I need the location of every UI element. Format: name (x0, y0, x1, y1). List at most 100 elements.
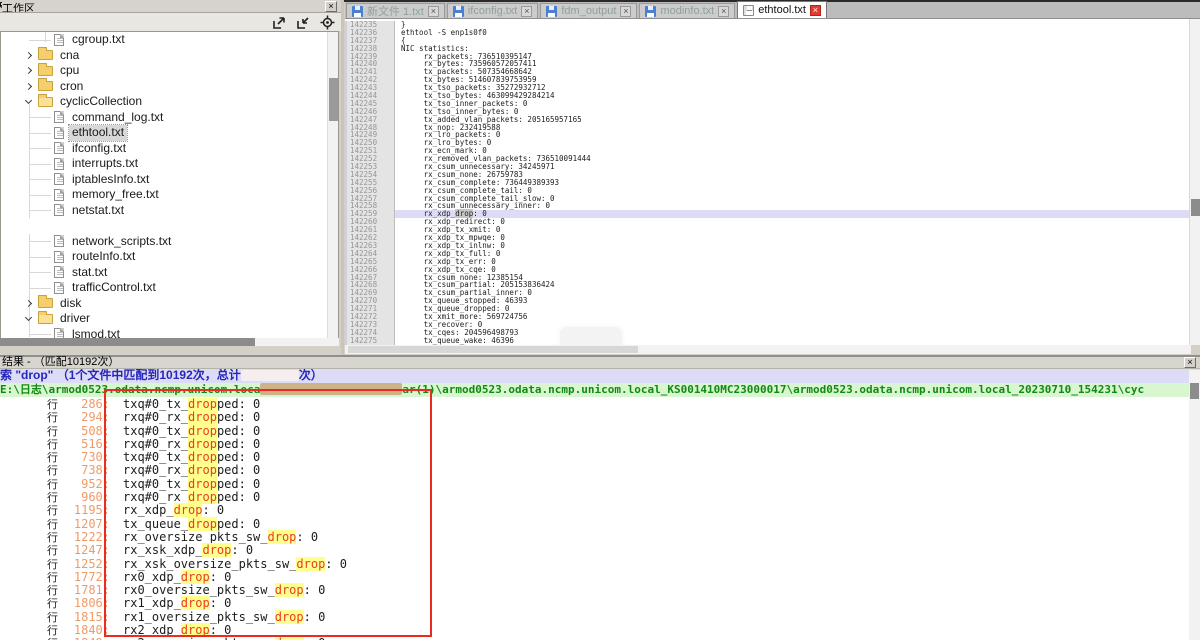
line-text[interactable]: } (395, 21, 1191, 29)
workspace-close-icon[interactable]: × (325, 1, 337, 12)
editor-line[interactable]: 142275 tx_queue_wake: 46396 (345, 337, 1191, 345)
line-text[interactable]: tx_xmit_more: 569724756 (395, 313, 1191, 321)
tree-item-cgroup.txt[interactable]: cgroup.txt (1, 32, 338, 48)
result-row[interactable]: 行1815:rx1_oversize_pkts_sw_drop: 0 (0, 611, 1188, 624)
tree-item-label: netstat.txt (69, 203, 127, 219)
line-text[interactable]: rx_xdp_drop: 0 (395, 210, 1191, 218)
editor-line[interactable]: 142237{ (345, 37, 1191, 45)
editor-vertical-scrollbar[interactable] (1189, 19, 1200, 345)
chevron-right-icon[interactable] (25, 83, 32, 90)
result-row[interactable]: 行516:rxq#0_rx_dropped: 0 (0, 438, 1188, 451)
tree-item-trafficControl.txt[interactable]: trafficControl.txt (1, 280, 338, 296)
line-text[interactable]: rx_xdp_tx_inlnw: 0 (395, 242, 1191, 250)
chevron-down-icon[interactable] (25, 97, 32, 104)
line-text[interactable]: rx_xdp_tx_err: 0 (395, 258, 1191, 266)
editor-lines[interactable]: 142235}142236ethtool -S enp1s0f0142237{1… (345, 21, 1191, 345)
tree-item-network_scripts.txt[interactable]: network_scripts.txt (1, 234, 338, 250)
tree-item-label: ethtool.txt (69, 125, 127, 141)
tree-item-label: cna (57, 48, 82, 64)
tree-item-netstat.txt[interactable]: netstat.txt (1, 203, 338, 219)
line-text[interactable]: rx_lro_bytes: 0 (395, 139, 1191, 147)
tab-ethtool.txt[interactable]: ethtool.txt× (737, 1, 827, 18)
tab-新文件 1.txt[interactable]: 新文件 1.txt× (346, 3, 445, 18)
tree-item-cron[interactable]: cron (1, 79, 338, 95)
result-row[interactable]: 行730:txq#0_tx_dropped: 0 (0, 451, 1188, 464)
line-text[interactable]: ethtool -S enp1s0f0 (395, 29, 1191, 37)
result-file-path[interactable]: E:\日志\armod0523.odata.ncmp.unicom.locaar… (0, 383, 1200, 397)
tree-item-cpu[interactable]: cpu (1, 63, 338, 79)
tree-vertical-scrollbar[interactable] (327, 32, 338, 338)
result-row[interactable]: 行294:rxq#0_rx_dropped: 0 (0, 411, 1188, 424)
result-match-text: rx1_xdp_drop: 0 (110, 597, 231, 610)
locate-file-icon[interactable] (320, 15, 335, 30)
tab-close-icon[interactable]: × (620, 6, 631, 17)
tab-close-icon[interactable]: × (718, 6, 729, 17)
tree-item-cyclicCollection[interactable]: cyclicCollection (1, 94, 338, 110)
result-row[interactable]: 行508:txq#0_tx_dropped: 0 (0, 425, 1188, 438)
editor-horizontal-scrollbar[interactable] (345, 345, 1191, 354)
line-text[interactable]: rx_xdp_tx_xmit: 0 (395, 226, 1191, 234)
result-row[interactable]: 行1781:rx0_oversize_pkts_sw_drop: 0 (0, 584, 1188, 597)
tree-item-stat.txt[interactable]: stat.txt (1, 265, 338, 281)
results-vertical-scrollbar[interactable] (1189, 370, 1200, 640)
chevron-right-icon[interactable] (25, 67, 32, 74)
results-close-icon[interactable]: × (1184, 357, 1196, 368)
tab-close-icon[interactable]: × (810, 5, 821, 16)
tree-item-ethtool.txt[interactable]: ethtool.txt (1, 125, 338, 141)
result-row[interactable]: 行1252:rx_xsk_oversize_pkts_sw_drop: 0 (0, 558, 1188, 571)
chevron-down-icon[interactable] (25, 314, 32, 321)
expand-all-icon[interactable] (272, 15, 287, 30)
scrollbar-thumb[interactable] (0, 338, 255, 346)
result-row[interactable]: 行1772:rx0_xdp_drop: 0 (0, 571, 1188, 584)
line-text[interactable]: tx_queue_wake: 46396 (395, 337, 1191, 345)
line-text[interactable]: tx_cqes: 204596498793 (395, 329, 1191, 337)
editor-line[interactable]: 142236ethtool -S enp1s0f0 (345, 29, 1191, 37)
result-row[interactable]: 行1222:rx_oversize_pkts_sw_drop: 0 (0, 531, 1188, 544)
tree-item-ifconfig.txt[interactable]: ifconfig.txt (1, 141, 338, 157)
tab-fdm_output[interactable]: fdm_output× (540, 3, 637, 18)
tree-item-disk[interactable]: disk (1, 296, 338, 312)
line-text[interactable]: tx_nop: 232419588 (395, 124, 1191, 132)
result-row[interactable]: 行952:txq#0_tx_dropped: 0 (0, 478, 1188, 491)
tree-horizontal-scrollbar[interactable] (0, 338, 339, 346)
tree-item-interrupts.txt[interactable]: interrupts.txt (1, 156, 338, 172)
line-text[interactable]: rx_xdp_tx_mpwqe: 0 (395, 234, 1191, 242)
result-row[interactable]: 行1806:rx1_xdp_drop: 0 (0, 597, 1188, 610)
line-text[interactable]: rx_lro_packets: 0 (395, 131, 1191, 139)
result-row[interactable]: 行960:rxq#0_rx_dropped: 0 (0, 491, 1188, 504)
tree-item-routeInfo.txt[interactable]: routeInfo.txt (1, 249, 338, 265)
result-line-number: 516: (58, 438, 110, 451)
scrollbar-thumb[interactable] (329, 78, 338, 121)
line-text[interactable]: tx_added_vlan_packets: 205165957165 (395, 116, 1191, 124)
line-text[interactable]: rx_xdp_tx_full: 0 (395, 250, 1191, 258)
tab-close-icon[interactable]: × (428, 6, 439, 17)
tree-item-command_log.txt[interactable]: command_log.txt (1, 110, 338, 126)
tree-item-iptablesInfo.txt[interactable]: iptablesInfo.txt (1, 172, 338, 188)
tree-item-label: lsmod.txt (69, 327, 123, 339)
result-row[interactable]: 行1840:rx2_xdp_drop: 0 (0, 624, 1188, 637)
result-row[interactable]: 行1207:tx_queue_dropped: 0 (0, 518, 1188, 531)
result-row[interactable]: 行1195:rx_xdp_drop: 0 (0, 504, 1188, 517)
tree-item-memory_free.txt[interactable]: memory_free.txt (1, 187, 338, 203)
tree-item-driver[interactable]: driver (1, 311, 338, 327)
scrollbar-thumb[interactable] (1190, 383, 1199, 399)
chevron-right-icon[interactable] (25, 52, 32, 59)
line-text[interactable]: { (395, 37, 1191, 45)
scrollbar-thumb[interactable] (348, 346, 638, 353)
result-row[interactable]: 行286:txq#0_tx_dropped: 0 (0, 398, 1188, 411)
chevron-right-icon[interactable] (25, 300, 32, 307)
result-row[interactable]: 行738:rxq#0_rx_dropped: 0 (0, 464, 1188, 477)
match-highlight: drop (181, 596, 210, 610)
tab-ifconfig.txt[interactable]: ifconfig.txt× (447, 3, 539, 18)
line-text[interactable]: rx_xdp_redirect: 0 (395, 218, 1191, 226)
editor-area[interactable]: 142235}142236ethtool -S enp1s0f0142237{1… (345, 19, 1191, 345)
tab-modinfo.txt[interactable]: modinfo.txt× (639, 3, 735, 18)
collapse-all-icon[interactable] (296, 15, 311, 30)
tab-close-icon[interactable]: × (521, 6, 532, 17)
result-row[interactable]: 行1247:rx_xsk_xdp_drop: 0 (0, 544, 1188, 557)
line-text[interactable]: rx_csum_unnecessary_inner: 0 (395, 202, 1191, 210)
line-text[interactable]: tx_queue_stopped: 46393 (395, 297, 1191, 305)
scrollbar-thumb[interactable] (1191, 199, 1200, 216)
tree-item-lsmod.txt[interactable]: lsmod.txt (1, 327, 338, 339)
tree-item-cna[interactable]: cna (1, 48, 338, 64)
